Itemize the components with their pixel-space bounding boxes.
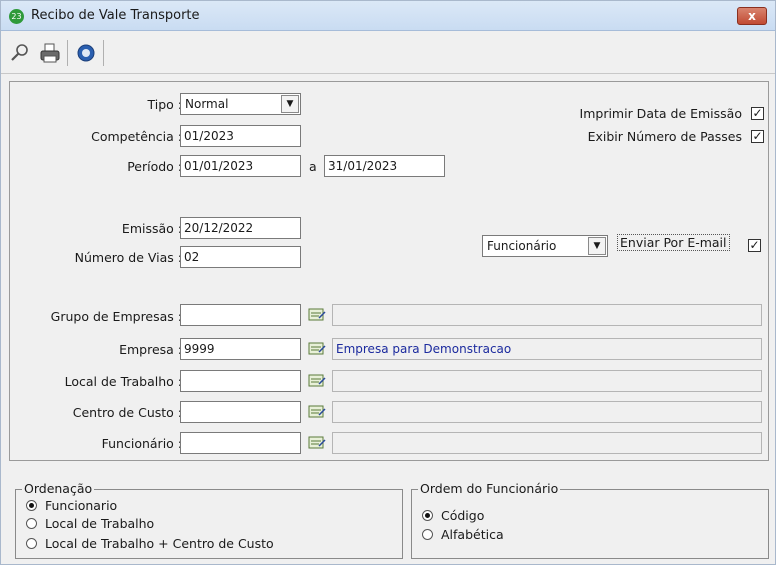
grupo-empresas-desc <box>332 304 762 326</box>
imprimir-data-checkbox[interactable]: ✓ <box>751 107 764 120</box>
tipo-label: Tipo : <box>147 97 183 112</box>
filter-panel: Tipo : Normal ▼ Competência : 01/2023 Pe… <box>9 81 769 461</box>
title-bar: 23 Recibo de Vale Transporte x <box>1 1 775 31</box>
competencia-label: Competência : <box>91 129 182 144</box>
centro-custo-desc <box>332 401 762 423</box>
chevron-down-icon[interactable]: ▼ <box>588 237 606 255</box>
window-title: Recibo de Vale Transporte <box>31 8 200 23</box>
lookup-icon[interactable] <box>307 434 327 452</box>
emissao-label: Emissão : <box>121 221 182 236</box>
toolbar <box>1 32 775 74</box>
info-icon[interactable] <box>75 42 97 64</box>
ordenacao-option-funcionario[interactable]: Funcionario <box>26 498 117 513</box>
ordenacao-title: Ordenação <box>22 481 95 496</box>
ordem-funcionario-group: Ordem do Funcionário Código Alfabética <box>411 481 769 559</box>
envio-select[interactable]: Funcionário ▼ <box>482 235 608 257</box>
grupo-empresas-code[interactable] <box>180 304 301 326</box>
ordem-option-alfabetica[interactable]: Alfabética <box>422 527 504 542</box>
funcionario-code[interactable] <box>180 432 301 454</box>
close-button[interactable]: x <box>737 7 767 25</box>
ordenacao-option-label: Funcionario <box>45 498 118 513</box>
app-icon: 23 <box>9 9 24 24</box>
periodo-label: Período : <box>127 159 182 174</box>
enviar-email-label: Enviar Por E-mail <box>617 234 730 251</box>
tipo-select[interactable]: Normal ▼ <box>180 93 301 115</box>
toolbar-separator <box>67 40 68 66</box>
printer-icon[interactable] <box>39 42 61 64</box>
chevron-down-icon[interactable]: ▼ <box>281 95 299 113</box>
empresa-label: Empresa : <box>119 342 182 357</box>
centro-custo-label: Centro de Custo : <box>72 405 182 420</box>
ordenacao-group: Ordenação Funcionario Local de Trabalho … <box>15 481 403 559</box>
toolbar-separator <box>103 40 104 66</box>
report-window: 23 Recibo de Vale Transporte x Tipo: No… <box>0 0 776 565</box>
ordem-option-codigo[interactable]: Código <box>422 508 484 523</box>
funcionario-label: Funcionário : <box>101 436 182 451</box>
exibir-numero-checkbox[interactable]: ✓ <box>751 130 764 143</box>
numero-vias-label: Número de Vias : <box>74 250 182 265</box>
local-trabalho-desc <box>332 370 762 392</box>
ordenacao-option-local-centro[interactable]: Local de Trabalho + Centro de Custo <box>26 536 274 551</box>
exibir-numero-label: Exibir Número de Passes <box>587 129 742 144</box>
ordenacao-option-label: Local de Trabalho + Centro de Custo <box>45 536 274 551</box>
local-trabalho-label: Local de Trabalho : <box>64 374 182 389</box>
lookup-icon[interactable] <box>307 340 327 358</box>
radio-selected-icon[interactable] <box>26 500 37 511</box>
numero-vias-field[interactable]: 02 <box>180 246 301 268</box>
periodo-end-field[interactable]: 31/01/2023 <box>324 155 445 177</box>
grupo-empresas-label: Grupo de Empresas : <box>50 309 182 324</box>
empresa-desc: Empresa para Demonstracao <box>332 338 762 360</box>
lookup-icon[interactable] <box>307 372 327 390</box>
lookup-icon[interactable] <box>307 403 327 421</box>
radio-selected-icon[interactable] <box>422 510 433 521</box>
periodo-separator: a <box>309 159 317 174</box>
radio-icon[interactable] <box>422 529 433 540</box>
ordenacao-option-label: Local de Trabalho <box>45 516 155 531</box>
enviar-email-checkbox[interactable]: ✓ <box>748 239 761 252</box>
ordem-option-label: Código <box>441 508 485 523</box>
competencia-field[interactable]: 01/2023 <box>180 125 301 147</box>
emissao-field[interactable]: 20/12/2022 <box>180 217 301 239</box>
imprimir-data-label: Imprimir Data de Emissão <box>579 106 742 121</box>
envio-select-value: Funcionário <box>487 239 557 253</box>
radio-icon[interactable] <box>26 518 37 529</box>
radio-icon[interactable] <box>26 538 37 549</box>
ordem-option-label: Alfabética <box>441 527 504 542</box>
funcionario-desc <box>332 432 762 454</box>
ordem-funcionario-title: Ordem do Funcionário <box>418 481 561 496</box>
empresa-code[interactable]: 9999 <box>180 338 301 360</box>
tipo-select-value: Normal <box>185 97 229 111</box>
lookup-icon[interactable] <box>307 306 327 324</box>
centro-custo-code[interactable] <box>180 401 301 423</box>
search-icon[interactable] <box>9 42 31 64</box>
local-trabalho-code[interactable] <box>180 370 301 392</box>
ordenacao-option-local[interactable]: Local de Trabalho <box>26 516 154 531</box>
periodo-start-field[interactable]: 01/01/2023 <box>180 155 301 177</box>
